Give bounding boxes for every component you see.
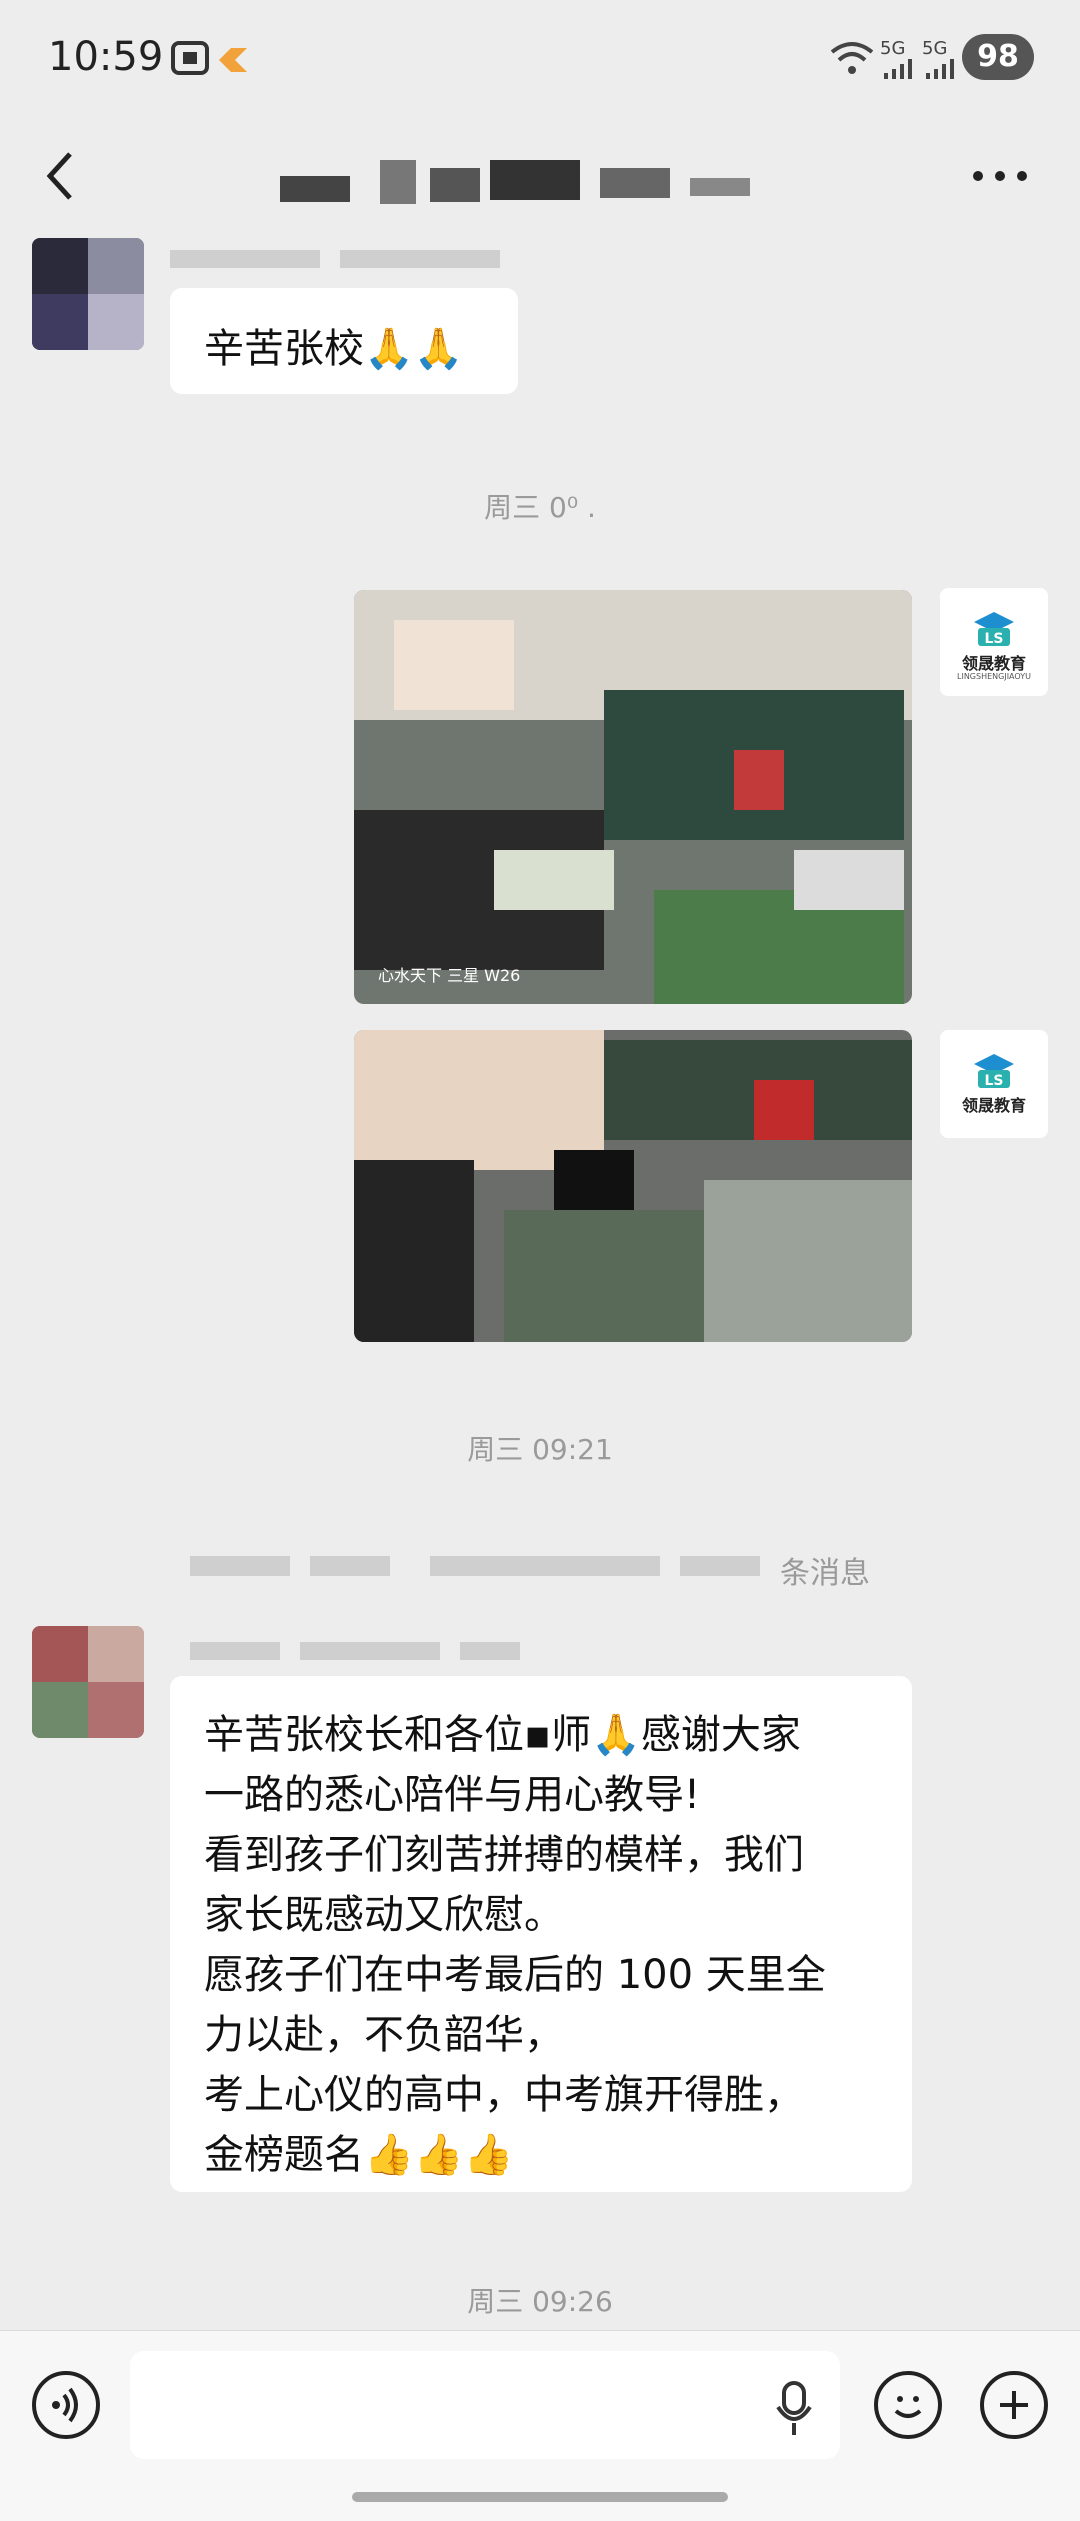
message-text: 辛苦张校🙏🙏: [204, 326, 464, 372]
chat-title: [270, 150, 810, 210]
back-button[interactable]: [40, 148, 90, 208]
app-notification-icon: [215, 40, 251, 80]
wifi-icon: [830, 40, 874, 80]
more-horizontal-icon: [973, 171, 1027, 181]
emoji-button[interactable]: [874, 2371, 942, 2439]
svg-text:LS: LS: [984, 631, 1003, 647]
emoji-icon: [894, 2396, 922, 2418]
image-message[interactable]: 心水天下 三星 W26: [354, 590, 912, 1004]
sender-name: [170, 250, 580, 270]
screenshot-icon: [170, 40, 210, 80]
message-bubble[interactable]: 辛苦张校长和各位▪师🙏感谢大家 一路的悉心陪伴与用心教导! 看到孩子们刻苦拼搏的…: [170, 1676, 912, 2192]
timestamp: 周三 09:26: [467, 2285, 613, 2318]
message-line: 看到孩子们刻苦拼搏的模样，我们: [204, 1832, 804, 1878]
message-line: 一路的悉心陪伴与用心教导!: [204, 1772, 701, 1818]
image-caption: 心水天下 三星 W26: [378, 966, 521, 985]
avatar[interactable]: [32, 238, 144, 350]
message-bubble[interactable]: 辛苦张校🙏🙏: [170, 288, 518, 394]
sender-name: [190, 1642, 530, 1662]
chevron-left-icon: [46, 152, 72, 200]
brand-name: 领晟教育: [961, 1096, 1026, 1115]
signal-icon-1: 5G: [880, 38, 916, 83]
brand-sub: LINGSHENGJIAOYU: [957, 672, 1031, 681]
home-indicator[interactable]: [352, 2492, 728, 2502]
brand-name: 领晟教育: [961, 654, 1026, 673]
voice-button[interactable]: [32, 2371, 100, 2439]
avatar-brand[interactable]: LS 领晟教育 LINGSHENGJIAOYU: [940, 588, 1048, 696]
plus-icon: [1000, 2391, 1028, 2419]
status-time: 10:59: [48, 34, 164, 80]
message-line: 力以赴，不负韶华，: [204, 2012, 564, 2058]
timestamp: 周三 09:21: [467, 1433, 613, 1466]
image-message[interactable]: [354, 1030, 912, 1342]
avatar[interactable]: [32, 1626, 144, 1738]
signal-icon-2: 5G: [922, 38, 958, 83]
timestamp: 周三 0⁰ .: [484, 491, 596, 524]
message-line: 愿孩子们在中考最后的 100 天里全: [204, 1952, 826, 1998]
svg-text:LS: LS: [984, 1073, 1003, 1089]
message-line: 金榜题名👍👍👍: [204, 2132, 514, 2178]
battery-indicator: 98: [962, 34, 1034, 80]
message-line: 辛苦张校长和各位▪师🙏感谢大家: [204, 1712, 801, 1758]
plus-button[interactable]: [980, 2371, 1048, 2439]
system-notice: 条消息: [190, 1548, 890, 1591]
microphone-icon: [776, 2381, 812, 2435]
avatar-brand[interactable]: LS 领晟教育: [940, 1030, 1048, 1138]
mic-button[interactable]: [772, 2379, 816, 2439]
voice-icon: [52, 2387, 78, 2423]
message-line: 考上心仪的高中，中考旗开得胜，: [204, 2072, 804, 2118]
message-line: 家长既感动又欣慰。: [204, 1892, 564, 1938]
message-input[interactable]: [130, 2351, 840, 2459]
more-button[interactable]: [970, 168, 1040, 188]
